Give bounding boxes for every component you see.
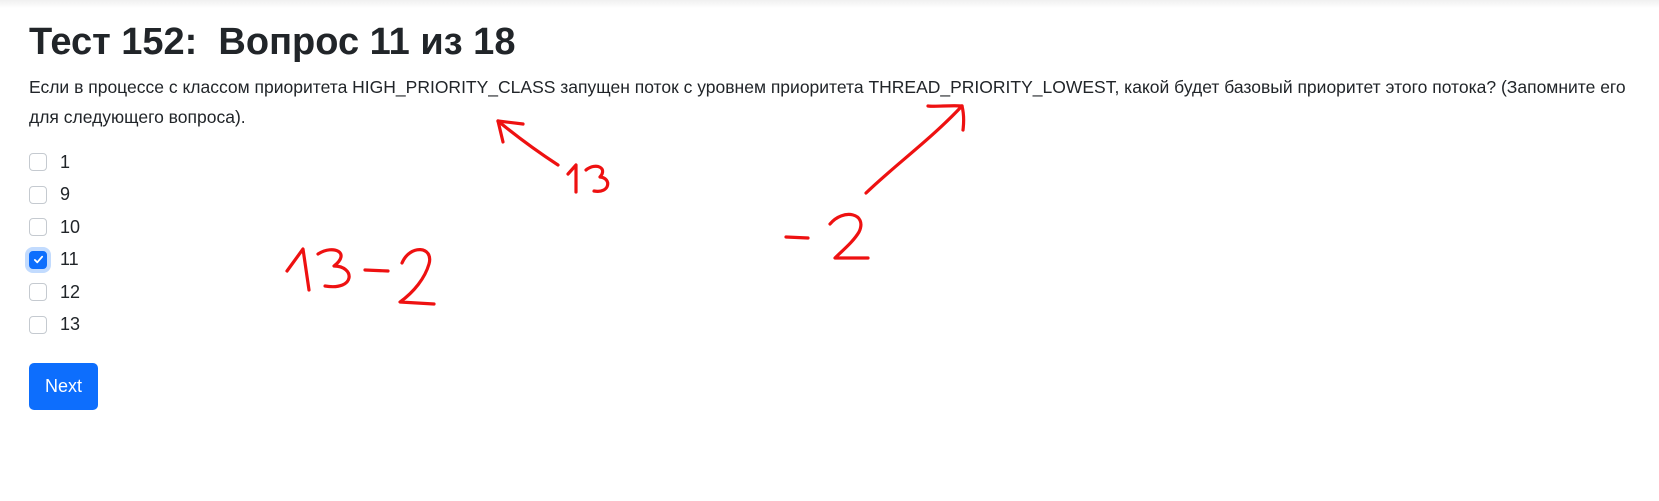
checkbox[interactable] <box>29 283 47 302</box>
option-label: 1 <box>60 151 71 172</box>
option-label: 9 <box>60 184 71 205</box>
option-label: 11 <box>60 249 79 270</box>
option-9[interactable]: 9 <box>29 179 1654 212</box>
checkmark-icon <box>33 256 43 264</box>
option-label: 13 <box>60 314 81 335</box>
option-13[interactable]: 13 <box>29 309 1654 342</box>
option-1[interactable]: 1 <box>29 146 1654 179</box>
answer-options: 1 9 10 11 12 13 <box>29 146 1654 341</box>
option-label: 12 <box>60 281 81 302</box>
next-button[interactable]: Next <box>29 363 99 410</box>
option-10[interactable]: 10 <box>29 211 1654 244</box>
checkbox[interactable] <box>29 315 47 334</box>
top-shadow <box>0 0 1659 8</box>
question-text: Если в процессе с классом приоритета HIG… <box>29 77 1626 127</box>
checkbox-checked[interactable] <box>29 250 47 269</box>
checkbox[interactable] <box>29 218 47 237</box>
option-label: 10 <box>60 216 81 237</box>
quiz-container: Тест 152: Вопрос 11 из 18 Если в процесс… <box>29 18 1654 410</box>
checkbox[interactable] <box>29 153 47 172</box>
option-11[interactable]: 11 <box>29 244 1654 277</box>
option-12[interactable]: 12 <box>29 276 1654 309</box>
checkbox[interactable] <box>29 185 47 204</box>
page-title: Тест 152: Вопрос 11 из 18 <box>29 21 516 63</box>
